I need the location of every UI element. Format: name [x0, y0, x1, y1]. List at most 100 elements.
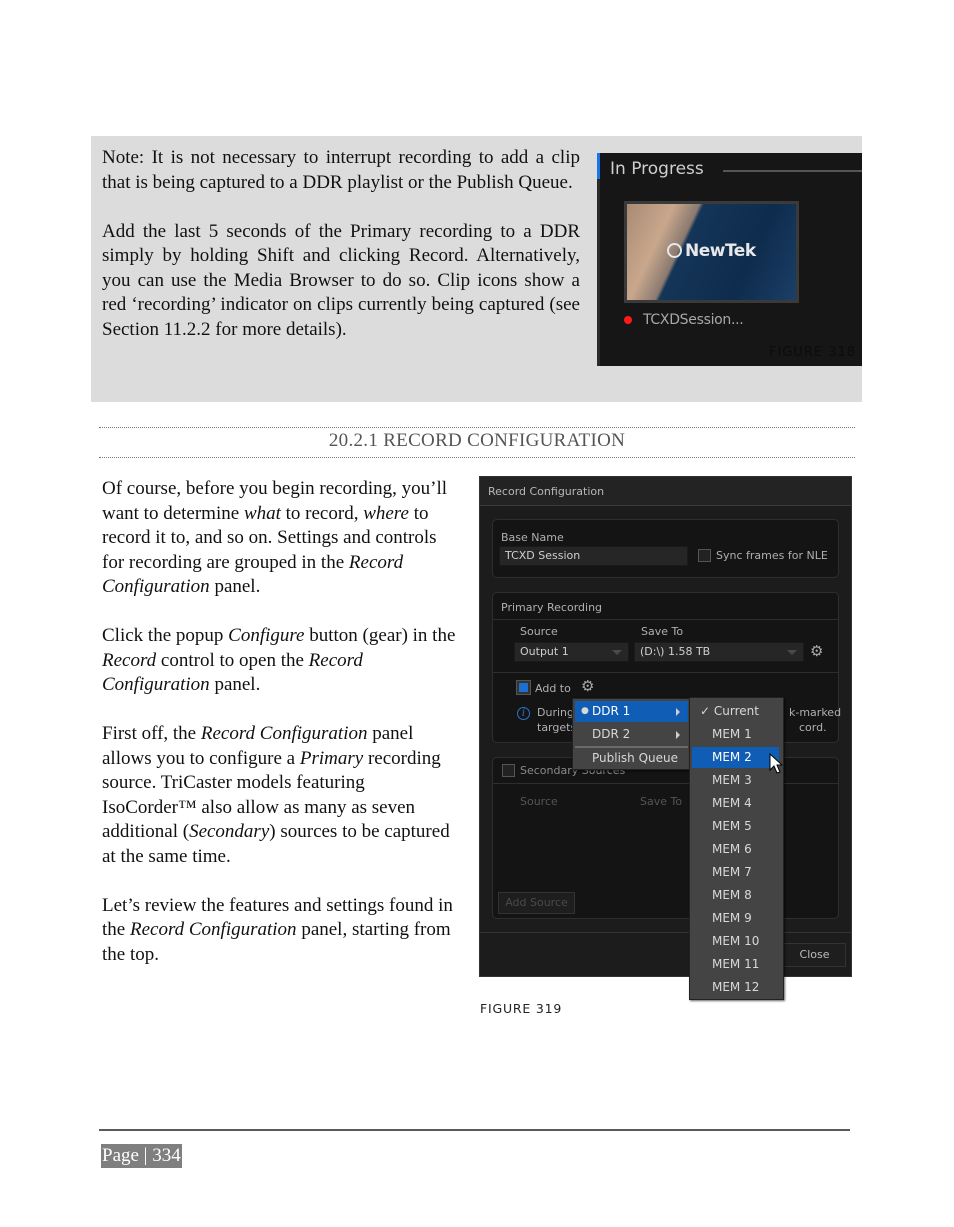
menu-item-label: DDR 1	[592, 704, 631, 718]
menu-item-ddr2[interactable]: DDR 2	[575, 724, 688, 745]
submenu-item[interactable]: MEM 7	[692, 862, 779, 883]
recording-indicator-icon	[624, 316, 632, 324]
source-dropdown[interactable]: Output 1	[514, 642, 629, 662]
sync-frames-label: Sync frames for NLE	[716, 549, 828, 562]
title-rule	[723, 170, 862, 172]
submenu-item[interactable]: MEM 2	[692, 747, 779, 768]
text: panel.	[209, 576, 261, 597]
mouse-cursor-icon	[769, 753, 783, 774]
submenu-item-label: MEM 1	[712, 727, 752, 741]
submenu-item[interactable]: MEM 3	[692, 770, 779, 791]
submenu-item[interactable]: MEM 4	[692, 793, 779, 814]
base-name-label: Base Name	[501, 531, 564, 544]
figure-319-caption: FIGURE 319	[480, 1001, 563, 1016]
divider	[493, 619, 838, 620]
emphasis: Configure	[228, 625, 305, 646]
newtek-logo: NewTek	[667, 241, 756, 261]
newtek-logo-icon	[667, 243, 682, 258]
figure-318-in-progress-panel: In Progress NewTek TCXDSession... FIGURE…	[597, 153, 862, 366]
chevron-down-icon	[787, 650, 797, 655]
active-edge-indicator	[597, 153, 600, 179]
submenu-arrow-icon	[676, 731, 680, 739]
info-icon: i	[517, 707, 530, 720]
text: button (gear) in the	[304, 625, 456, 646]
emphasis: Record Configuration	[129, 919, 297, 940]
newtek-logo-text: NewTek	[685, 241, 756, 261]
heading-rule-top	[99, 427, 855, 428]
save-to-dropdown[interactable]: (D:\) 1.58 TB	[634, 642, 804, 662]
add-to-gear-icon[interactable]: ⚙	[581, 679, 594, 694]
emphasis: where	[363, 502, 409, 524]
panel-header: Record Configuration	[480, 477, 851, 506]
submenu-item[interactable]: MEM 6	[692, 839, 779, 860]
bullet-icon: ●	[581, 706, 589, 716]
panel-title: Record Configuration	[488, 485, 605, 498]
save-to-gear-icon[interactable]: ⚙	[810, 644, 823, 659]
secondary-source-label: Source	[520, 795, 558, 808]
primary-recording-label: Primary Recording	[501, 601, 603, 614]
menu-item-label: DDR 2	[592, 727, 631, 741]
emphasis: Record Configuration	[200, 723, 368, 744]
close-button[interactable]: Close	[783, 943, 846, 967]
body-text: Of course, before you begin recording, y…	[102, 477, 462, 992]
submenu-item-label: ✓ Current	[700, 704, 759, 718]
text: control to open the	[156, 649, 309, 671]
save-to-value: (D:\) 1.58 TB	[640, 645, 711, 658]
info-text-line1-end: k-marked	[789, 706, 842, 719]
sync-frames-checkbox[interactable]	[698, 549, 711, 562]
submenu-item[interactable]: MEM 12	[692, 977, 779, 998]
text: panel.	[209, 674, 261, 695]
submenu-arrow-icon	[676, 708, 680, 716]
add-to-checkbox[interactable]	[517, 681, 530, 694]
body-paragraph-4: Let’s review the features and settings f…	[102, 894, 462, 968]
submenu-item-label: MEM 5	[712, 819, 752, 833]
source-label: Source	[520, 625, 558, 638]
body-paragraph-1: Of course, before you begin recording, y…	[102, 477, 462, 600]
menu-item-label: Publish Queue	[592, 751, 679, 765]
text: First off, the	[102, 723, 201, 744]
clip-name: TCXDSession...	[643, 312, 744, 328]
submenu-item[interactable]: MEM 1	[692, 724, 779, 745]
text: to record,	[280, 502, 364, 524]
menu-item-publish-queue[interactable]: Publish Queue	[575, 748, 688, 769]
menu-item-ddr1[interactable]: ● DDR 1	[575, 701, 688, 722]
submenu-item-label: MEM 4	[712, 796, 752, 810]
divider	[493, 672, 838, 673]
body-paragraph-3: First off, the Record Configuration pane…	[102, 722, 462, 869]
note-paragraph-2: Add the last 5 seconds of the Primary re…	[102, 220, 580, 340]
submenu-item-label: MEM 8	[712, 888, 752, 902]
heading-rule-bottom	[99, 457, 855, 458]
source-value: Output 1	[520, 645, 569, 658]
submenu-item-label: MEM 10	[712, 934, 760, 948]
submenu-item-label: MEM 12	[712, 980, 760, 994]
page-number: Page | 334	[101, 1144, 182, 1168]
footer-divider	[480, 932, 851, 933]
submenu-item-label: MEM 3	[712, 773, 752, 787]
base-name-input[interactable]: TCXD Session	[499, 546, 688, 566]
panel-edge	[597, 179, 600, 366]
submenu-item[interactable]: MEM 5	[692, 816, 779, 837]
submenu-item[interactable]: MEM 9	[692, 908, 779, 929]
submenu-item-label: MEM 2	[712, 750, 752, 764]
emphasis: what	[243, 502, 281, 524]
clip-thumbnail[interactable]: NewTek	[624, 201, 799, 303]
add-source-button[interactable]: Add Source	[498, 892, 575, 914]
add-to-menu: ● DDR 1 DDR 2 Publish Queue	[572, 698, 691, 770]
info-text-line2-end: cord.	[799, 721, 827, 734]
note-paragraph-1: Note: It is not necessary to interrupt r…	[102, 147, 580, 193]
note-text: Note: It is not necessary to interrupt r…	[102, 146, 580, 367]
submenu-item[interactable]: MEM 10	[692, 931, 779, 952]
in-progress-title: In Progress	[610, 159, 704, 179]
text: Click the popup	[102, 625, 229, 646]
secondary-sources-checkbox[interactable]	[502, 764, 515, 777]
add-to-label: Add to	[535, 682, 571, 695]
submenu-item[interactable]: ✓ Current	[692, 701, 779, 722]
secondary-sources-group: Secondary Sources Source Save To Add Sou…	[492, 757, 839, 919]
footer-rule	[99, 1129, 850, 1131]
submenu-item[interactable]: MEM 11	[692, 954, 779, 975]
submenu-item[interactable]: MEM 8	[692, 885, 779, 906]
info-text-line2-start: targets	[537, 721, 577, 734]
submenu-item-label: MEM 11	[712, 957, 760, 971]
save-to-label: Save To	[641, 625, 684, 638]
figure-318-caption: FIGURE 318	[769, 345, 857, 360]
